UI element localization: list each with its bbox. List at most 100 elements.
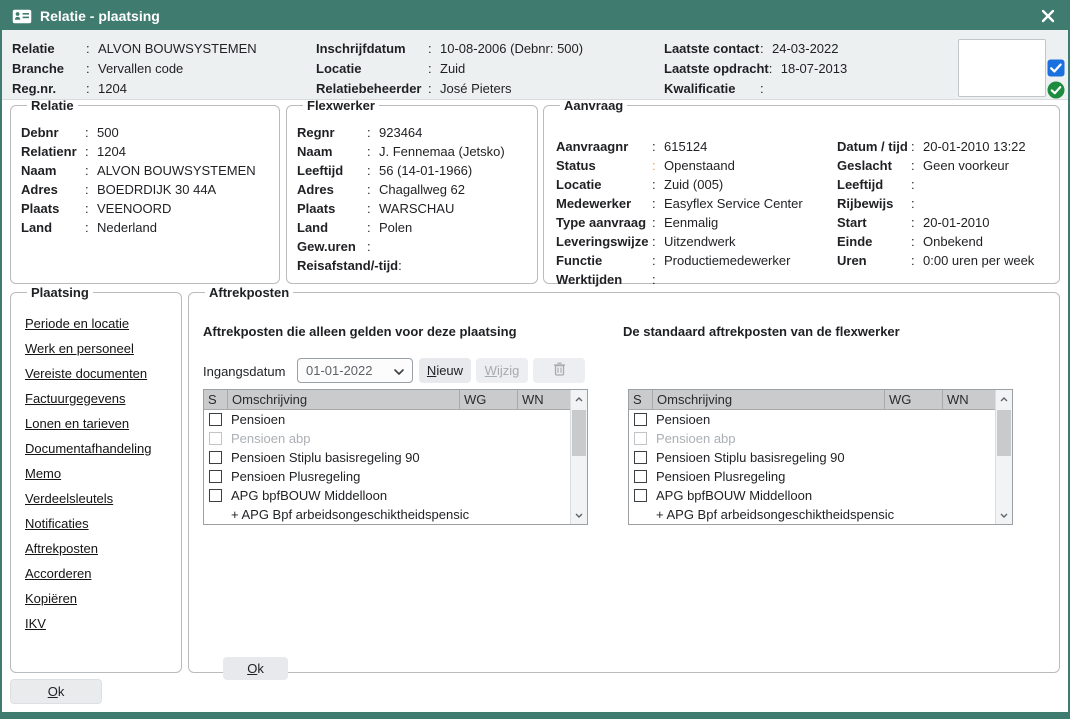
sidebar-item-periode-en-locatie[interactable]: Periode en locatie [25,316,129,331]
header-row: Reg.nr.:1204 [12,79,257,99]
field-row: Datum / tijd:20-01-2010 13:22 [837,137,1034,156]
field-row: Land:Nederland [21,218,271,237]
table-row[interactable]: APG bpfBOUW Middelloon [629,486,995,505]
blue-checkbox-icon[interactable] [1047,59,1065,77]
sidebar-item-verdeelsleutels[interactable]: Verdeelsleutels [25,491,113,506]
table-row[interactable]: + APG Bpf arbeidsongeschiktheidspensic [204,505,570,524]
aftrekposten-groupbox: Aftrekposten Aftrekposten die alleen gel… [188,285,1060,673]
green-check-icon[interactable] [1047,81,1065,99]
field-row: Geslacht:Geen voorkeur [837,156,1034,175]
table-row[interactable]: APG bpfBOUW Middelloon [204,486,570,505]
field-row: Rijbewijs: [837,194,1034,213]
default-deductions-table: S Omschrijving WG WN Pensioen Pensioen a… [628,389,1013,525]
table-row[interactable]: + APG Bpf arbeidsongeschiktheidspensic [629,505,995,524]
row-checkbox [209,432,222,445]
relation-summary-band: Relatie:ALVON BOUWSYSTEMEN Branche:Verva… [2,30,1068,100]
sidebar-item-werk-en-personeel[interactable]: Werk en personeel [25,341,134,356]
sidebar-item-lonen-en-tarieven[interactable]: Lonen en tarieven [25,416,129,431]
plaatsing-groupbox-title: Plaatsing [27,285,93,300]
sidebar-item-kopieren[interactable]: Kopiëren [25,591,77,606]
window-bottom-strip [2,712,1068,717]
field-row: Uren:0:00 uren per week [837,251,1034,270]
scrollbar-thumb[interactable] [572,410,586,456]
field-row: Functie:Productiemedewerker [556,251,803,270]
sidebar-item-aftrekposten[interactable]: Aftrekposten [25,541,98,556]
field-row: Locatie:Zuid (005) [556,175,803,194]
plaatsing-groupbox: Plaatsing Periode en locatie Werk en per… [10,285,182,673]
header-row: Relatie:ALVON BOUWSYSTEMEN [12,39,257,59]
photo-placeholder [958,39,1046,97]
row-checkbox[interactable] [209,489,222,502]
ingangsdatum-select[interactable]: 01-01-2022 [297,358,413,383]
table-row[interactable]: Pensioen abp [629,429,995,448]
table-header: S Omschrijving WG WN [204,390,570,410]
table-row[interactable]: Pensioen Stiplu basisregeling 90 [629,448,995,467]
sidebar-item-ikv[interactable]: IKV [25,616,46,631]
scroll-down-icon[interactable] [996,507,1012,523]
row-checkbox[interactable] [209,413,222,426]
title-bar: Relatie - plaatsing [2,2,1068,30]
header-row: Inschrijfdatum:10-08-2006 (Debnr: 500) [316,39,583,59]
sidebar-item-memo[interactable]: Memo [25,466,61,481]
field-row: Naam:ALVON BOUWSYSTEMEN [21,161,271,180]
field-row: Reisafstand/-tijd: [297,256,529,275]
field-row: Medewerker:Easyflex Service Center [556,194,803,213]
sidebar-item-documentafhandeling[interactable]: Documentafhandeling [25,441,151,456]
aftrekposten-groupbox-title: Aftrekposten [205,285,293,300]
row-checkbox[interactable] [209,451,222,464]
field-row: Leeftijd: [837,175,1034,194]
field-row: Start:20-01-2010 [837,213,1034,232]
sidebar-item-notificaties[interactable]: Notificaties [25,516,89,531]
row-checkbox [634,432,647,445]
flexwerker-groupbox-title: Flexwerker [303,98,379,113]
chevron-down-icon [394,363,404,378]
sidebar-item-accorderen[interactable]: Accorderen [25,566,91,581]
aanvraag-groupbox-title: Aanvraag [560,98,627,113]
table-row[interactable]: Pensioen Plusregeling [204,467,570,486]
aftrekposten-ok-button[interactable]: Ok [223,657,288,680]
header-row: Laatste contact:24-03-2022 [664,39,847,59]
delete-button[interactable] [533,358,585,383]
field-row: Type aanvraag:Eenmalig [556,213,803,232]
vertical-scrollbar[interactable] [570,390,587,524]
close-icon[interactable] [1040,8,1056,24]
field-row: Debnr:500 [21,123,271,142]
row-checkbox[interactable] [634,489,647,502]
trash-icon [553,362,566,379]
table-row[interactable]: Pensioen Stiplu basisregeling 90 [204,448,570,467]
header-row: Branche:Vervallen code [12,59,257,79]
vertical-scrollbar[interactable] [995,390,1012,524]
wijzig-button[interactable]: Wijzig [476,358,528,383]
table-row[interactable]: Pensioen Plusregeling [629,467,995,486]
field-row: Gew.uren: [297,237,529,256]
header-row: Relatiebeheerder:José Pieters [316,79,583,99]
plaatsing-nav: Periode en locatie Werk en personeel Ver… [21,304,173,641]
default-deductions-title: De standaard aftrekposten van de flexwer… [623,324,900,339]
sidebar-item-factuurgegevens[interactable]: Factuurgegevens [25,391,125,406]
dialog-ok-button[interactable]: Ok [10,679,102,704]
field-row: Land:Polen [297,218,529,237]
relatie-plaatsing-window: Relatie - plaatsing Relatie:ALVON BOUWSY… [0,0,1070,719]
window-title: Relatie - plaatsing [40,8,160,24]
scroll-up-icon[interactable] [571,391,587,407]
row-checkbox[interactable] [634,470,647,483]
table-row[interactable]: Pensioen [204,410,570,429]
row-checkbox[interactable] [634,451,647,464]
row-checkbox[interactable] [634,413,647,426]
table-row[interactable]: Pensioen [629,410,995,429]
row-checkbox[interactable] [209,470,222,483]
sidebar-item-vereiste-documenten[interactable]: Vereiste documenten [25,366,147,381]
scrollbar-thumb[interactable] [997,410,1011,456]
header-row: Kwalificatie: [664,79,847,99]
placement-deductions-title: Aftrekposten die alleen gelden voor deze… [203,324,517,339]
field-row: Regnr:923464 [297,123,529,142]
field-row: Relatienr:1204 [21,142,271,161]
table-header: S Omschrijving WG WN [629,390,995,410]
scroll-down-icon[interactable] [571,507,587,523]
field-row: Adres:BOEDRDIJK 30 44A [21,180,271,199]
table-row[interactable]: Pensioen abp [204,429,570,448]
relatie-groupbox: Relatie Debnr:500 Relatienr:1204 Naam:AL… [10,98,280,284]
scroll-up-icon[interactable] [996,391,1012,407]
nieuw-button[interactable]: Nieuw [419,358,471,383]
header-row: Laatste opdracht:18-07-2013 [664,59,847,79]
